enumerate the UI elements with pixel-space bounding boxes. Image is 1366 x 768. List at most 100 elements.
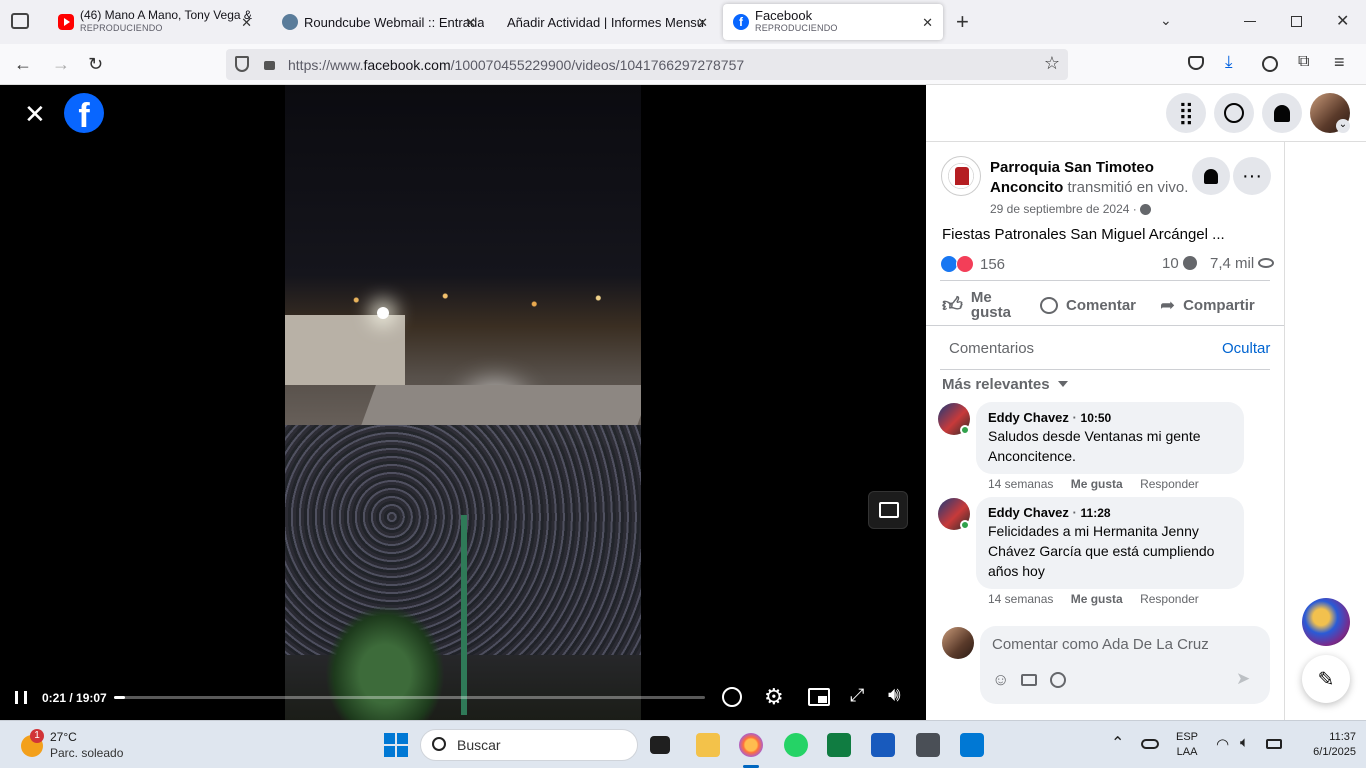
menu-icon[interactable]: ≡ (1334, 52, 1345, 73)
sticker-icon[interactable] (1050, 672, 1066, 688)
onedrive-icon[interactable] (1141, 739, 1159, 749)
tab-roundcube[interactable]: Roundcube Webmail :: Entrada ✕ (268, 4, 486, 40)
calculator-icon[interactable] (916, 733, 940, 757)
chevron-up-icon[interactable]: ⌃ (1111, 733, 1124, 753)
close-tab-icon[interactable]: ✕ (697, 15, 708, 31)
video-player[interactable]: ✕ f 0:21 / 19:07 ⚙ ⤢ 🔊︎ (0, 85, 926, 720)
comment-age[interactable]: 14 semanas (988, 592, 1053, 606)
new-tab-icon[interactable]: + (956, 9, 969, 35)
address-bar[interactable]: https://www. facebook.com/100070455229900… (226, 49, 1068, 80)
comments-count[interactable]: 10 (1162, 255, 1197, 272)
minimize-icon[interactable] (1244, 21, 1256, 22)
comment-input[interactable]: Comentar como Ada De La Cruz (992, 636, 1209, 653)
tab-facebook[interactable]: f Facebook REPRODUCIENDO ✕ (723, 4, 943, 40)
chevron-down-icon[interactable]: ⌄ (1336, 119, 1350, 133)
tab-subtitle: REPRODUCIENDO (80, 23, 163, 33)
volume-icon[interactable]: 🔈︎ (1240, 734, 1249, 751)
fullscreen-icon[interactable]: ⤢ (850, 685, 864, 706)
comment-bubble: Eddy Chavez · 11:28 Felicidades a mi Her… (976, 497, 1244, 589)
tab-informes[interactable]: Añadir Actividad | Informes Mensu ✕ (493, 4, 718, 40)
close-window-icon[interactable]: ✕ (1336, 11, 1349, 31)
task-view-icon[interactable] (650, 736, 670, 754)
progress-bar[interactable] (114, 696, 705, 699)
comment-time[interactable]: 10:50 (1081, 411, 1112, 425)
comment-icon (1040, 296, 1058, 314)
more-options-button[interactable]: ··· (1233, 157, 1271, 195)
comment-button[interactable]: Comentar (1040, 288, 1136, 322)
comment-time[interactable]: 11:28 (1081, 506, 1111, 520)
comment-reply-link[interactable]: Responder (1140, 477, 1199, 491)
remote-desktop-icon[interactable] (960, 733, 984, 757)
whatsapp-icon[interactable] (784, 733, 808, 757)
volume-icon[interactable]: 🔊︎ (888, 684, 901, 707)
reload-icon[interactable]: ↻ (88, 54, 103, 75)
download-icon[interactable]: ⤓ (1225, 52, 1233, 72)
post-date[interactable]: 29 de septiembre de 2024 · (990, 202, 1152, 216)
comment-like-link[interactable]: Me gusta (1071, 592, 1123, 606)
comment-author[interactable]: Eddy Chavez (988, 410, 1069, 425)
pocket-icon[interactable] (1188, 56, 1204, 70)
settings-gear-icon[interactable]: ⚙ (764, 684, 784, 710)
hide-comments-link[interactable]: Ocultar (1222, 340, 1270, 357)
shield-icon[interactable] (235, 56, 249, 72)
close-tab-icon[interactable]: ✕ (241, 15, 252, 31)
language-indicator[interactable]: ESP LAA (1176, 730, 1198, 760)
comment-like-link[interactable]: Me gusta (1071, 477, 1123, 491)
post-caption: Fiestas Patronales San Miguel Arcángel .… (942, 226, 1225, 243)
account-icon[interactable] (1262, 56, 1278, 72)
globe-icon (1140, 204, 1152, 216)
notifications-button[interactable] (1262, 93, 1302, 133)
url-domain: facebook.com (363, 56, 451, 73)
extensions-icon[interactable]: ⧉ (1298, 53, 1309, 71)
share-button[interactable]: ➦ Compartir (1160, 288, 1255, 322)
comment-author[interactable]: Eddy Chavez (988, 505, 1069, 520)
comment-label: Comentar (1066, 296, 1137, 314)
chat-head-avatar[interactable] (1302, 598, 1350, 646)
restore-icon[interactable] (1291, 16, 1302, 27)
pause-icon[interactable] (15, 691, 27, 704)
file-explorer-icon[interactable] (696, 733, 720, 757)
excel-icon[interactable] (827, 733, 851, 757)
sort-comments-dropdown[interactable]: Más relevantes (942, 376, 1068, 393)
region-code: LAA (1176, 746, 1198, 758)
captions-icon[interactable] (722, 687, 742, 707)
close-tab-icon[interactable]: ✕ (465, 15, 476, 31)
emoji-icon[interactable]: ☺ (992, 670, 1009, 690)
comment-age[interactable]: 14 semanas (988, 477, 1053, 491)
current-user-avatar[interactable] (942, 627, 974, 659)
bookmark-star-icon[interactable]: ☆ (1044, 53, 1060, 74)
minimize-player-icon[interactable] (868, 491, 908, 529)
video-frame[interactable] (285, 85, 641, 720)
like-button[interactable]: 👍︎ Me gusta (942, 288, 1032, 322)
lock-icon[interactable] (264, 61, 275, 70)
comment-reply-link[interactable]: Responder (1140, 592, 1199, 606)
camera-icon[interactable] (1021, 674, 1037, 686)
forward-icon[interactable]: → (52, 54, 70, 75)
picture-in-picture-icon[interactable] (808, 688, 830, 706)
page-avatar[interactable] (941, 156, 981, 196)
clock[interactable]: 11:37 6/1/2025 (1290, 730, 1356, 760)
word-icon[interactable] (871, 733, 895, 757)
menu-grid-button[interactable]: ⣿ (1166, 93, 1206, 133)
comment-composer[interactable]: Comentar como Ada De La Cruz ☺ ➤ (980, 626, 1270, 704)
weather-widget[interactable]: 1 27°C Parc. soleado (18, 729, 148, 763)
tab-subtitle: REPRODUCIENDO (755, 23, 838, 33)
comment-bubble-icon (1182, 256, 1197, 270)
tab-list-icon[interactable] (11, 13, 29, 29)
facebook-logo[interactable]: f (64, 93, 104, 135)
send-icon[interactable]: ➤ (1236, 669, 1250, 689)
start-button[interactable] (384, 733, 408, 757)
close-tab-icon[interactable]: ✕ (922, 15, 933, 31)
close-viewer-icon[interactable]: ✕ (24, 99, 46, 130)
wifi-icon[interactable]: ◠ (1216, 735, 1229, 753)
battery-icon[interactable] (1266, 739, 1282, 749)
back-icon[interactable]: ← (14, 54, 32, 75)
follow-notify-button[interactable] (1192, 157, 1230, 195)
chevron-down-icon[interactable]: ⌄ (1160, 12, 1172, 29)
new-message-button[interactable]: ✎ (1302, 655, 1350, 703)
taskbar-search[interactable]: Buscar (420, 729, 638, 761)
reactions-summary[interactable]: 156 (940, 254, 1005, 274)
tab-youtube[interactable]: (46) Mano A Mano, Tony Vega & REPRODUCIEN… (44, 4, 262, 40)
firefox-icon[interactable] (739, 733, 763, 757)
messenger-button[interactable] (1214, 93, 1254, 133)
